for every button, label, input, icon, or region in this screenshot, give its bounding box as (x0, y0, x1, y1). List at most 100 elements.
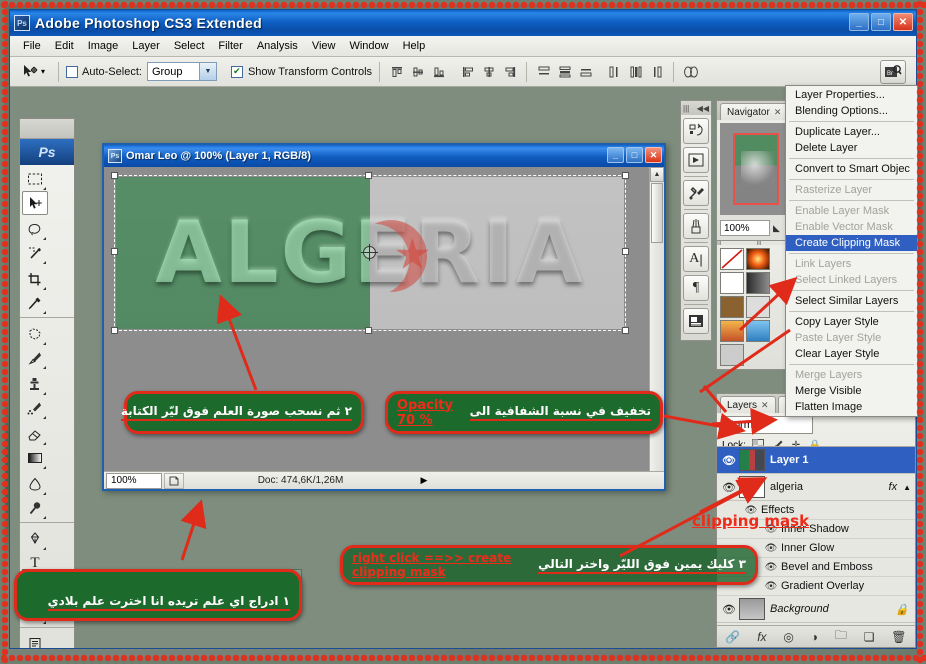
context-item-flatten-image[interactable]: Flatten Image (786, 399, 917, 415)
menu-window[interactable]: Window (342, 38, 395, 54)
layer-comps-panel-icon[interactable] (683, 308, 709, 334)
delete-layer-icon[interactable]: 🗑 (891, 630, 906, 644)
layer-style-badge[interactable]: fx (889, 481, 898, 493)
paragraph-panel-icon[interactable]: ¶ (683, 275, 709, 301)
align-horizontal-centers-icon[interactable] (479, 62, 498, 81)
context-item-copy-layer-style[interactable]: Copy Layer Style (786, 314, 917, 330)
swatch-white[interactable] (720, 272, 744, 294)
distribute-right-edges-icon[interactable] (647, 62, 666, 81)
close-button[interactable]: ✕ (893, 13, 913, 31)
layer-visibility-icon[interactable]: 👁 (719, 454, 739, 467)
history-panel-icon[interactable] (683, 118, 709, 144)
chevron-down-icon[interactable]: ▼ (198, 63, 216, 80)
lasso-tool[interactable] (22, 217, 48, 241)
swatch-orange-glow[interactable] (746, 248, 770, 270)
layer-thumbnail[interactable] (739, 598, 765, 620)
effect-visibility-icon[interactable]: 👁 (761, 562, 781, 573)
brush-tool[interactable] (22, 346, 48, 370)
close-icon[interactable]: ✕ (761, 400, 769, 411)
tool-presets-icon[interactable] (683, 180, 709, 206)
context-item-blending-options[interactable]: Blending Options... (786, 103, 917, 119)
document-close-button[interactable]: ✕ (645, 147, 662, 163)
maximize-button[interactable]: □ (871, 13, 891, 31)
swatch-sky[interactable] (746, 320, 770, 342)
document-maximize-button[interactable]: □ (626, 147, 643, 163)
context-item-clear-layer-style[interactable]: Clear Layer Style (786, 346, 917, 362)
slice-tool[interactable] (22, 291, 48, 315)
context-item-duplicate-layer[interactable]: Duplicate Layer... (786, 124, 917, 140)
tool-dropdown-caret[interactable]: ▾ (41, 67, 45, 76)
layer-style-icon[interactable]: fx (757, 630, 766, 644)
layer-visibility-icon[interactable]: 👁 (719, 481, 739, 494)
character-panel-icon[interactable]: A | (683, 246, 709, 272)
swatch-dark-gradient[interactable] (746, 272, 770, 294)
panel-strip-header[interactable]: ||| ◀◀ (681, 101, 711, 115)
zoom-slider-icon[interactable]: ◣ (773, 223, 780, 234)
tab-layers[interactable]: Layers ✕ (720, 396, 776, 413)
active-tool-indicator[interactable]: ▾ (16, 64, 51, 80)
status-preview-icon[interactable] (164, 472, 184, 489)
expand-effects-icon[interactable]: ▲ (903, 483, 911, 492)
menu-file[interactable]: File (16, 38, 48, 54)
magic-wand-tool[interactable] (22, 241, 48, 265)
document-minimize-button[interactable]: _ (607, 147, 624, 163)
blur-tool[interactable] (22, 472, 48, 496)
context-item-select-similar-layers[interactable]: Select Similar Layers (786, 293, 917, 309)
align-bottom-edges-icon[interactable] (429, 62, 448, 81)
navigator-view-box[interactable] (733, 133, 779, 205)
context-item-convert-to-smart-object[interactable]: Convert to Smart Objec (786, 161, 917, 177)
actions-panel-icon[interactable] (683, 147, 709, 173)
navigator-preview[interactable] (720, 123, 792, 215)
new-group-icon[interactable]: 🗀 (835, 626, 847, 647)
tab-navigator[interactable]: Navigator ✕ (720, 103, 789, 120)
layer-row-background[interactable]: 👁 Background 🔒 (717, 596, 915, 623)
swatch-none[interactable] (720, 248, 744, 270)
show-transform-checkbox[interactable]: ✔ (230, 65, 243, 78)
swatch-gray[interactable] (720, 344, 744, 366)
distribute-horizontal-centers-icon[interactable] (626, 62, 645, 81)
layer-mask-icon[interactable]: ◎ (783, 630, 793, 644)
new-layer-icon[interactable]: ❏ (864, 630, 875, 644)
type-layer-thumbnail[interactable]: T (739, 476, 765, 498)
collapse-panels-icon[interactable]: ◀◀ (697, 104, 709, 113)
effect-visibility-icon[interactable]: 👁 (761, 581, 781, 592)
align-right-edges-icon[interactable] (500, 62, 519, 81)
layer-visibility-icon[interactable]: 👁 (719, 603, 739, 616)
navigator-zoom-field[interactable]: 100% (720, 220, 770, 236)
document-titlebar[interactable]: Ps Omar Leo @ 100% (Layer 1, RGB/8) _ □ … (104, 145, 664, 167)
swatch-brown[interactable] (720, 296, 744, 318)
patch-tool[interactable] (22, 322, 48, 346)
layer-row-layer-1[interactable]: 👁 Layer 1 (717, 447, 915, 474)
effect-visibility-icon[interactable]: 👁 (761, 543, 781, 554)
context-item-layer-properties[interactable]: Layer Properties... (786, 87, 917, 103)
canvas[interactable]: ALGERIA (116, 177, 624, 329)
align-left-edges-icon[interactable] (458, 62, 477, 81)
auto-select-checkbox[interactable] (66, 65, 79, 78)
menu-select[interactable]: Select (167, 38, 212, 54)
align-top-edges-icon[interactable] (387, 62, 406, 81)
eraser-tool[interactable] (22, 422, 48, 446)
swatch-light-gray[interactable] (746, 296, 770, 318)
layer-row-algeria[interactable]: 👁 T algeria fx ▲ (717, 474, 915, 501)
move-tool[interactable] (22, 191, 48, 215)
menu-filter[interactable]: Filter (211, 38, 249, 54)
context-item-create-clipping-mask[interactable]: Create Clipping Mask (786, 235, 917, 251)
menu-image[interactable]: Image (81, 38, 126, 54)
menu-help[interactable]: Help (396, 38, 433, 54)
scroll-up-arrow-icon[interactable]: ▲ (650, 167, 664, 182)
history-brush-tool[interactable] (22, 396, 48, 420)
go-to-bridge-button[interactable]: Br (880, 60, 906, 84)
adjustment-layer-icon[interactable]: ◑ (811, 630, 818, 644)
align-vertical-centers-icon[interactable] (408, 62, 427, 81)
distribute-bottom-edges-icon[interactable] (576, 62, 595, 81)
zoom-level-field[interactable]: 100% (106, 472, 162, 489)
auto-select-dropdown[interactable]: Group ▼ (146, 62, 217, 81)
menu-edit[interactable]: Edit (48, 38, 81, 54)
layer-list[interactable]: 👁 Layer 1 👁 T algeria fx ▲ 👁 Effects 👁 I… (717, 446, 915, 625)
auto-align-layers-icon[interactable] (681, 62, 700, 81)
context-item-delete-layer[interactable]: Delete Layer (786, 140, 917, 156)
distribute-top-edges-icon[interactable] (534, 62, 553, 81)
distribute-left-edges-icon[interactable] (605, 62, 624, 81)
link-layers-icon[interactable]: 🔗 (725, 630, 740, 644)
menu-layer[interactable]: Layer (125, 38, 167, 54)
